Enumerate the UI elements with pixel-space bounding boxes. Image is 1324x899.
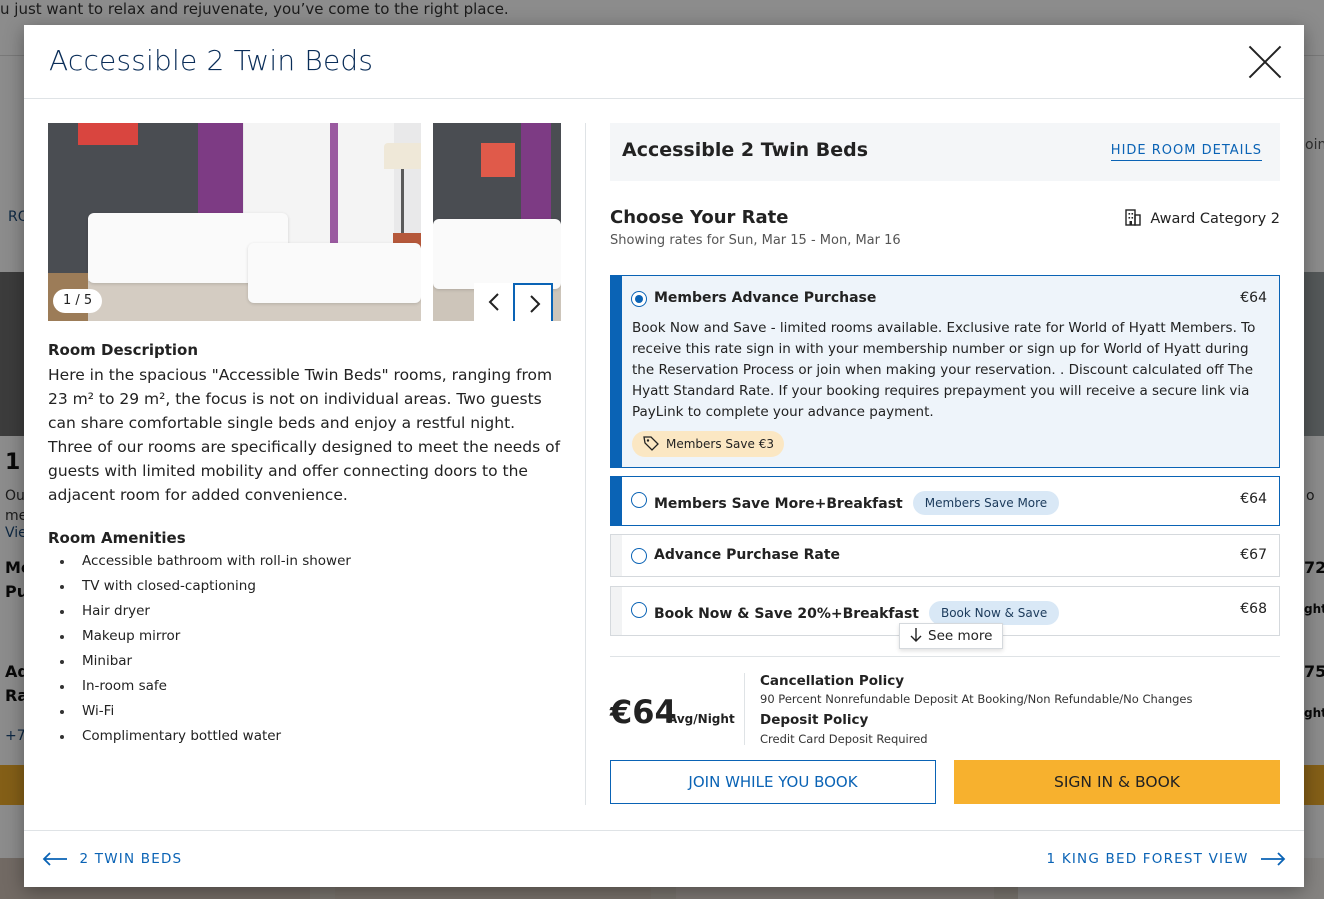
rate-option-advance-purchase[interactable]: Advance Purchase Rate €67 (610, 534, 1280, 577)
rate-radio[interactable] (631, 492, 647, 508)
rate-description: Book Now and Save - limited rooms availa… (632, 320, 1256, 420)
arrow-down-icon (910, 628, 922, 642)
rate-dates: Showing rates for Sun, Mar 15 - Mon, Mar… (610, 233, 901, 248)
next-room-link[interactable]: 1 KING BED FOREST VIEW (1047, 851, 1286, 867)
tag-icon (643, 436, 659, 451)
rate-column: Accessible 2 Twin Beds HIDE ROOM DETAILS… (610, 123, 1280, 804)
amenity-item: TV with closed-captioning (48, 574, 561, 599)
sign-in-and-book-button[interactable]: SIGN IN & BOOK (954, 760, 1280, 804)
rate-option-members-advance[interactable]: Members Advance Purchase €64 Book Now an… (610, 275, 1280, 468)
rate-radio[interactable] (631, 602, 647, 618)
modal-title: Accessible 2 Twin Beds (49, 44, 374, 77)
rate-tag: Book Now & Save (928, 601, 1060, 625)
amenities-list: Accessible bathroom with roll-in shower … (48, 549, 561, 749)
room-description-text: Here in the spacious "Accessible Twin Be… (48, 366, 561, 504)
amenity-item: Wi-Fi (48, 699, 561, 724)
booking-buttons: JOIN WHILE YOU BOOK SIGN IN & BOOK (610, 760, 1280, 804)
rate-price: €67 (1240, 547, 1267, 563)
amenity-item: Complimentary bottled water (48, 724, 561, 749)
modal-body: 1 / 5 Room Description Here in the spaci… (24, 99, 1304, 830)
summary-per-night: Avg/Night (668, 712, 735, 726)
rate-name: Book Now & Save 20%+Breakfast Book Now & … (654, 601, 1060, 625)
hide-room-details-link[interactable]: HIDE ROOM DETAILS (1110, 143, 1262, 161)
award-category: Award Category 2 (1124, 208, 1280, 227)
rate-price: €64 (1240, 290, 1267, 306)
deposit-policy-title: Deposit Policy (760, 712, 869, 728)
amenity-item: Accessible bathroom with roll-in shower (48, 549, 561, 574)
modal-header: Accessible 2 Twin Beds (24, 25, 1304, 99)
photo-counter: 1 / 5 (53, 289, 103, 313)
chevron-left-icon (488, 293, 499, 311)
room-summary-title: Accessible 2 Twin Beds (622, 139, 869, 161)
previous-room-link[interactable]: 2 TWIN BEDS (42, 851, 182, 867)
cancellation-policy-title: Cancellation Policy (760, 673, 905, 689)
rate-price: €64 (1240, 491, 1267, 507)
rate-header: Choose Your Rate Showing rates for Sun, … (610, 181, 1280, 253)
arrow-right-icon (1261, 852, 1286, 866)
booking-summary: €64 Avg/Night Cancellation Policy 90 Per… (610, 656, 1280, 760)
gallery-prev-button[interactable] (474, 283, 514, 321)
modal-footer: 2 TWIN BEDS 1 KING BED FOREST VIEW (24, 830, 1304, 887)
amenity-item: In-room safe (48, 674, 561, 699)
building-icon (1125, 209, 1142, 226)
room-details-modal: Accessible 2 Twin Beds 1 / 5 Room Descri… (24, 25, 1304, 887)
arrow-left-icon (42, 852, 67, 866)
rate-radio[interactable] (631, 548, 647, 564)
rate-option-book-now-save[interactable]: Book Now & Save 20%+Breakfast Book Now & … (610, 586, 1280, 649)
room-summary-box: Accessible 2 Twin Beds HIDE ROOM DETAILS (610, 123, 1280, 181)
rate-radio[interactable] (631, 291, 647, 307)
chevron-right-icon (530, 295, 541, 313)
rate-option-members-save-more[interactable]: Members Save More+Breakfast Members Save … (610, 476, 1280, 526)
deposit-policy-text: Credit Card Deposit Required (760, 732, 928, 746)
photo-gallery: 1 / 5 (48, 123, 561, 321)
room-photo-main[interactable] (48, 123, 421, 321)
column-divider (585, 123, 586, 805)
amenity-item: Minibar (48, 649, 561, 674)
rate-name: Members Advance Purchase (654, 290, 877, 306)
close-icon[interactable] (1248, 45, 1282, 79)
amenity-item: Makeup mirror (48, 624, 561, 649)
room-info-column: 1 / 5 Room Description Here in the spaci… (48, 123, 561, 749)
rate-name: Members Save More+Breakfast Members Save … (654, 491, 1060, 515)
room-amenities-title: Room Amenities (48, 529, 186, 547)
rate-tag: Members Save More (912, 491, 1060, 515)
members-save-badge: Members Save €3 (632, 431, 784, 457)
rate-name: Advance Purchase Rate (654, 547, 841, 563)
join-while-you-book-button[interactable]: JOIN WHILE YOU BOOK (610, 760, 936, 804)
choose-rate-title: Choose Your Rate (610, 207, 789, 228)
summary-price: €64 (610, 693, 677, 731)
cancellation-policy-text: 90 Percent Nonrefundable Deposit At Book… (760, 692, 1193, 706)
see-more-button[interactable]: See more (899, 623, 1004, 649)
amenity-item: Hair dryer (48, 599, 561, 624)
room-description-title: Room Description (48, 341, 199, 359)
award-category-label: Award Category 2 (1150, 211, 1280, 227)
rate-price: €68 (1240, 601, 1267, 617)
gallery-next-button[interactable] (513, 283, 553, 321)
